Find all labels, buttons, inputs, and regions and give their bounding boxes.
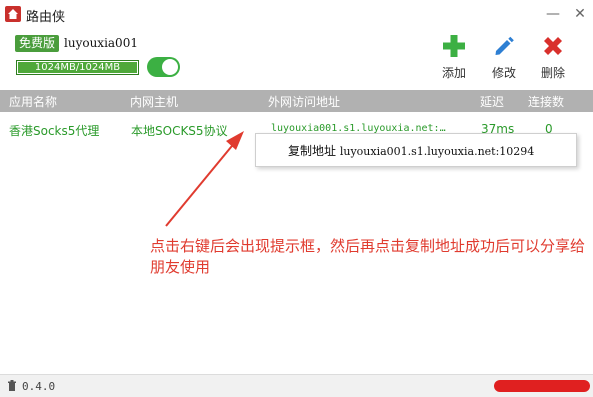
- annotation-arrow-icon: [165, 131, 244, 227]
- annotation-text: 点击右键后会出现提示框，然后再点击复制地址成功后可以分享给朋友使用: [150, 237, 586, 276]
- version-text: 0.4.0: [22, 380, 56, 393]
- redaction-mark: [494, 380, 590, 392]
- trash-icon: [8, 380, 16, 391]
